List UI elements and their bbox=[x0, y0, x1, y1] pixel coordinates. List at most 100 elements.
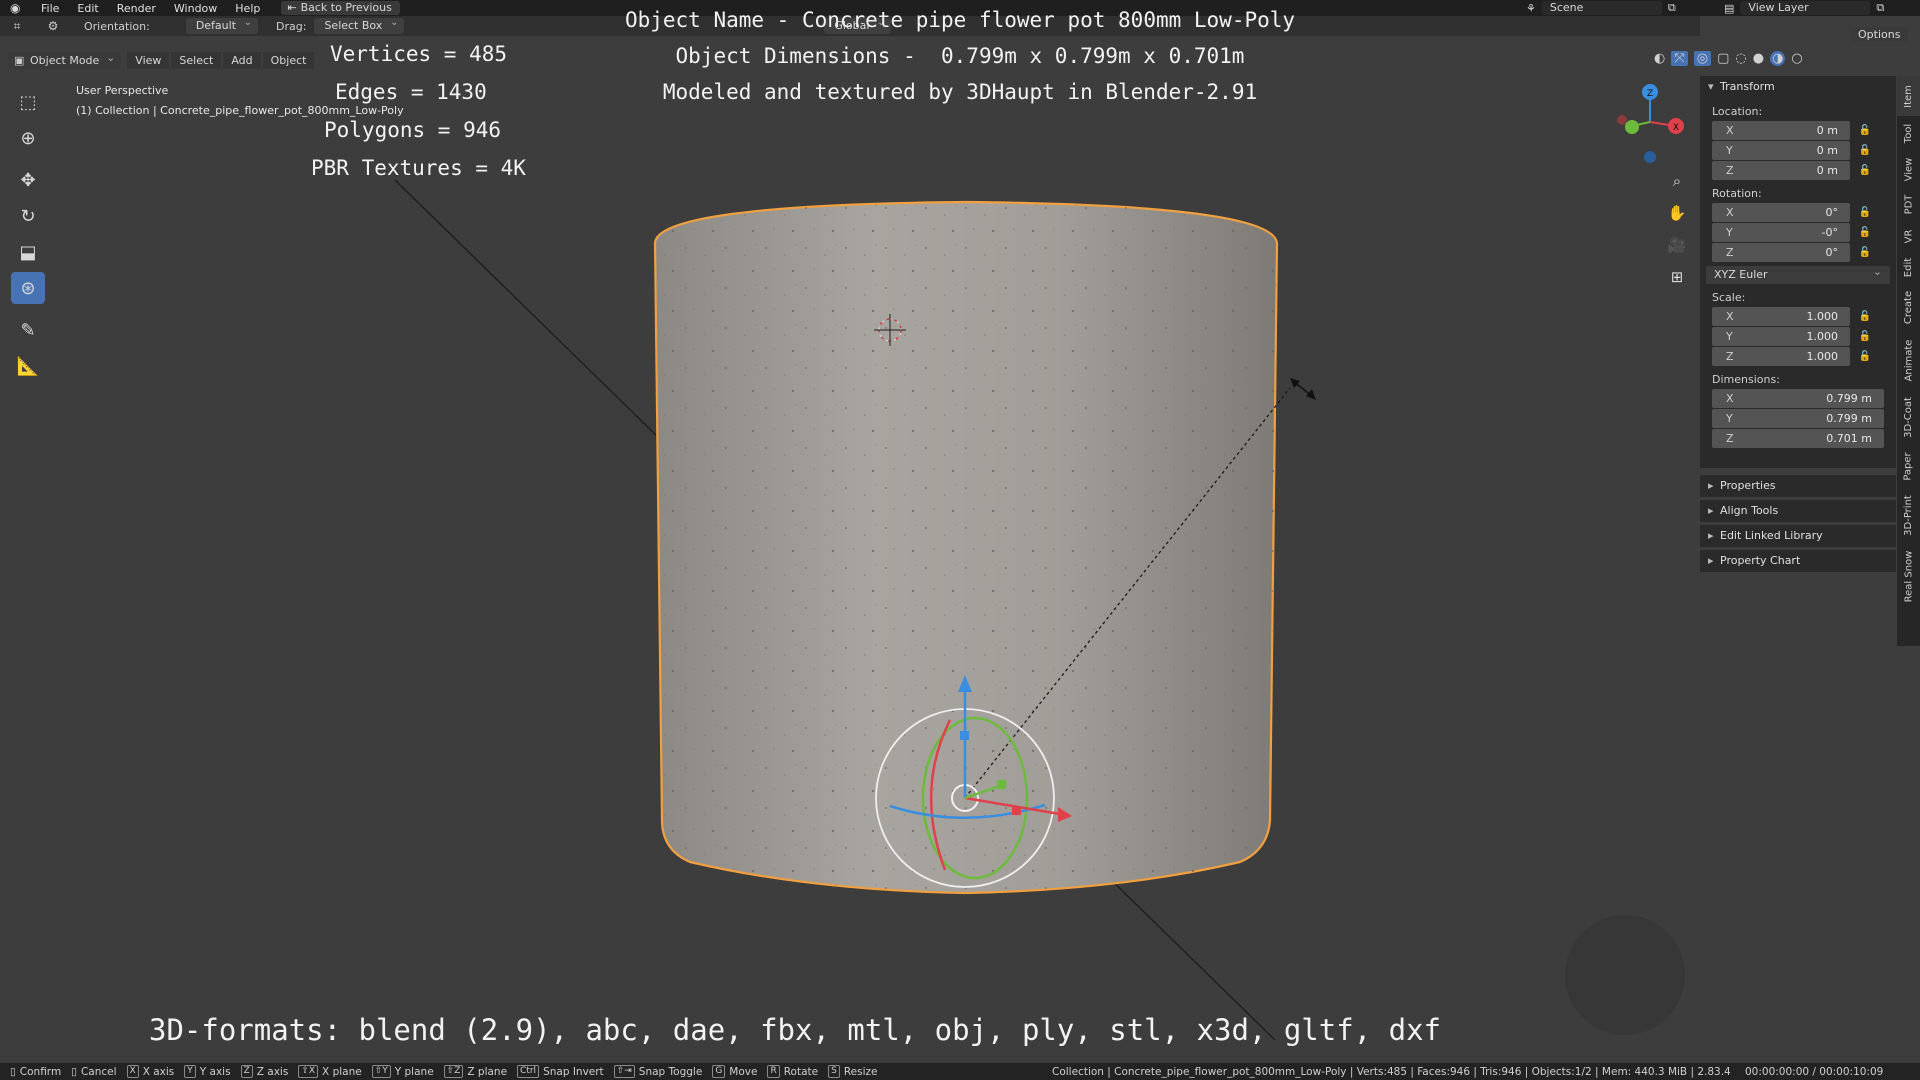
tab-animate[interactable]: Animate bbox=[1897, 332, 1920, 388]
status-key-label: Z plane bbox=[467, 1065, 508, 1078]
pan-hand-icon[interactable]: ✋ bbox=[1663, 199, 1691, 227]
tab-tool[interactable]: Tool bbox=[1897, 116, 1920, 150]
axis-label: Y bbox=[1726, 143, 1733, 157]
zoom-icon[interactable]: ⌕ bbox=[1663, 167, 1691, 195]
rotation-y-field[interactable]: Y -0° bbox=[1712, 222, 1850, 242]
lock-icon[interactable]: 🔓 bbox=[1850, 227, 1880, 238]
lock-icon[interactable]: 🔓 bbox=[1850, 351, 1880, 362]
tab-real-snow[interactable]: Real Snow bbox=[1897, 544, 1920, 608]
keycap: R bbox=[767, 1065, 780, 1078]
rotation-mode-dropdown[interactable]: XYZ Euler bbox=[1706, 263, 1890, 284]
lock-icon[interactable]: 🔓 bbox=[1850, 165, 1880, 176]
tab-3d-coat[interactable]: 3D-Coat bbox=[1897, 390, 1920, 444]
camera-icon[interactable]: 🎥 bbox=[1663, 231, 1691, 259]
timecode: 00:00:00:00 / 00:00:10:09 bbox=[1745, 1065, 1884, 1078]
status-snap-invert: Ctrl Snap Invert bbox=[517, 1065, 604, 1078]
status-move: G Move bbox=[712, 1065, 757, 1078]
lock-icon[interactable]: 🔓 bbox=[1850, 331, 1880, 342]
dimensions-x-field[interactable]: X 0.799 m bbox=[1712, 388, 1884, 408]
align-tools-panel-header[interactable]: Align Tools bbox=[1700, 500, 1896, 522]
keycap: X bbox=[126, 1065, 139, 1078]
scale-z-field[interactable]: Z 1.000 bbox=[1712, 346, 1850, 366]
grid-icon[interactable]: ⊞ bbox=[1663, 263, 1691, 291]
status-key-label: Z axis bbox=[256, 1065, 289, 1078]
location-label: Location: bbox=[1712, 105, 1763, 118]
axis-label: Z bbox=[1726, 349, 1734, 363]
tab-label: Item bbox=[1902, 84, 1914, 108]
mouse-left-icon: ▯ bbox=[10, 1065, 16, 1078]
tab-pdt[interactable]: PDT bbox=[1897, 188, 1920, 220]
status-key-label: Snap Invert bbox=[543, 1065, 604, 1078]
rotation-z-row: Z 0° 🔓 bbox=[1712, 242, 1896, 262]
tab-view[interactable]: View bbox=[1897, 152, 1920, 186]
status-rotate: R Rotate bbox=[767, 1065, 818, 1078]
scale-label: Scale: bbox=[1712, 291, 1746, 304]
tab-label: View bbox=[1903, 157, 1915, 181]
status-z-plane: ⇧Z Z plane bbox=[443, 1065, 508, 1078]
field-value: 0° bbox=[1825, 245, 1839, 259]
location-z-field[interactable]: Z 0 m bbox=[1712, 160, 1850, 180]
tab-edit[interactable]: Edit bbox=[1897, 252, 1920, 282]
dimensions-label: Dimensions: bbox=[1712, 373, 1780, 386]
dimensions-y-field[interactable]: Y 0.799 m bbox=[1712, 408, 1884, 428]
scale-y-field[interactable]: Y 1.000 bbox=[1712, 326, 1850, 346]
dimensions-z-field[interactable]: Z 0.701 m bbox=[1712, 428, 1884, 448]
edit-linked-library-panel-header[interactable]: Edit Linked Library bbox=[1700, 525, 1896, 547]
status-z-axis: ZZ axis bbox=[240, 1065, 289, 1078]
tab-label: 3D-Coat bbox=[1903, 396, 1915, 438]
tab-create[interactable]: Create bbox=[1897, 284, 1920, 330]
tab-label: Tool bbox=[1903, 123, 1914, 143]
keycap: Y bbox=[184, 1065, 196, 1078]
dimensions-z-row: Z 0.701 m bbox=[1712, 428, 1896, 448]
keycap: ⇧Y bbox=[371, 1065, 391, 1078]
axis-label: Y bbox=[1726, 225, 1733, 239]
scale-x-field[interactable]: X 1.000 bbox=[1712, 306, 1850, 326]
field-value: 0.799 m bbox=[1826, 391, 1872, 405]
location-x-field[interactable]: X 0 m bbox=[1712, 120, 1850, 140]
property-chart-panel-header[interactable]: Property Chart bbox=[1700, 550, 1896, 572]
scale-y-row: Y 1.000 🔓 bbox=[1712, 326, 1896, 346]
axis-label: X bbox=[1726, 123, 1734, 137]
keycap: Z bbox=[240, 1065, 253, 1078]
location-y-row: Y 0 m 🔓 bbox=[1712, 140, 1896, 160]
sidebar-tabs: Item Tool View PDT VR Edit Create Animat… bbox=[1897, 76, 1920, 646]
lock-icon[interactable]: 🔓 bbox=[1850, 311, 1880, 322]
field-value: 1.000 bbox=[1806, 309, 1839, 323]
location-y-field[interactable]: Y 0 m bbox=[1712, 140, 1850, 160]
rotation-x-field[interactable]: X 0° bbox=[1712, 202, 1850, 222]
resize-cursor-icon bbox=[1290, 378, 1316, 400]
status-bar: ▯ Confirm ▯ Cancel XX axis YY axis ZZ axis… bbox=[0, 1063, 1920, 1080]
rotation-label: Rotation: bbox=[1712, 187, 1762, 200]
tab-item[interactable]: Item bbox=[1897, 76, 1920, 116]
lock-icon[interactable]: 🔓 bbox=[1850, 125, 1880, 136]
field-value: 0.799 m bbox=[1826, 411, 1872, 425]
status-resize: S Resize bbox=[828, 1065, 878, 1078]
properties-panel-header[interactable]: Properties bbox=[1700, 475, 1896, 497]
nav-gizmo-x-label: X bbox=[1673, 123, 1679, 133]
lock-icon[interactable]: 🔓 bbox=[1850, 207, 1880, 218]
tab-label: VR bbox=[1902, 229, 1914, 243]
status-y-plane: ⇧Y Y plane bbox=[371, 1065, 434, 1078]
status-key-label: Confirm bbox=[19, 1065, 62, 1078]
keycap: ⇧X bbox=[298, 1065, 319, 1078]
field-value: 0 m bbox=[1816, 143, 1838, 157]
transform-section-header[interactable]: Transform bbox=[1700, 76, 1896, 98]
axis-label: X bbox=[1726, 309, 1734, 323]
status-key-label: Snap Toggle bbox=[638, 1065, 703, 1078]
tab-paper[interactable]: Paper bbox=[1897, 446, 1920, 486]
status-key-label: Cancel bbox=[80, 1065, 117, 1078]
mouse-right-icon: ▯ bbox=[71, 1065, 77, 1078]
viewport-scene[interactable]: Z X bbox=[0, 0, 1920, 1080]
rotation-z-field[interactable]: Z 0° bbox=[1712, 242, 1850, 262]
lock-icon[interactable]: 🔓 bbox=[1850, 247, 1880, 258]
status-key-label: Rotate bbox=[783, 1065, 819, 1078]
tab-3d-print[interactable]: 3D-Print bbox=[1897, 488, 1920, 542]
dimensions-y-row: Y 0.799 m bbox=[1712, 408, 1896, 428]
location-x-row: X 0 m 🔓 bbox=[1712, 120, 1896, 140]
credit-text: Modeled and textured by 3DHaupt in Blend… bbox=[662, 80, 1258, 104]
field-value: -0° bbox=[1821, 225, 1838, 239]
axis-label: Z bbox=[1726, 245, 1734, 259]
lock-icon[interactable]: 🔓 bbox=[1850, 145, 1880, 156]
status-key-label: Y axis bbox=[199, 1065, 231, 1078]
tab-vr[interactable]: VR bbox=[1897, 222, 1920, 250]
